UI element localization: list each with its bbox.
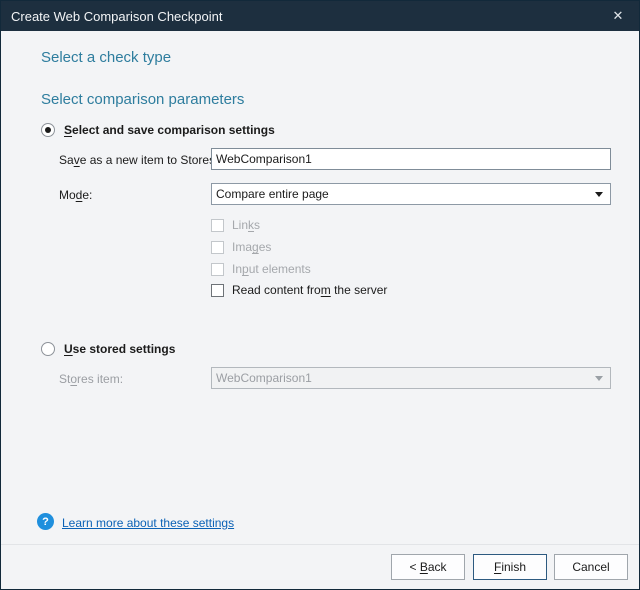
mode-dropdown-value: Compare entire page	[216, 187, 329, 201]
finish-button[interactable]: Finish	[473, 554, 547, 580]
checkbox-icon	[211, 263, 224, 276]
input-elements-checkbox: Input elements	[211, 260, 311, 278]
checkbox-icon	[211, 219, 224, 232]
radio-selected-icon	[41, 123, 55, 137]
links-checkbox: Links	[211, 216, 260, 234]
stores-item-dropdown: WebComparison1	[211, 367, 611, 389]
check-type-heading: Select a check type	[41, 49, 171, 66]
images-checkbox-label: Images	[232, 240, 271, 254]
stored-settings-radio-label: Use stored settings	[64, 342, 175, 356]
comparison-parameters-heading: Select comparison parameters	[41, 91, 244, 108]
window-title: Create Web Comparison Checkpoint	[11, 9, 222, 24]
close-icon[interactable]: ✕	[601, 1, 635, 31]
mode-label: Mode:	[59, 188, 92, 202]
mode-dropdown[interactable]: Compare entire page	[211, 183, 611, 205]
stores-item-dropdown-value: WebComparison1	[216, 371, 312, 385]
links-checkbox-label: Links	[232, 218, 260, 232]
footer-separator	[1, 544, 639, 545]
checkbox-icon	[211, 284, 224, 297]
read-content-checkbox[interactable]: Read content from the server	[211, 281, 387, 299]
create-web-comparison-checkpoint-dialog: Create Web Comparison Checkpoint ✕ Selec…	[0, 0, 640, 590]
input-elements-checkbox-label: Input elements	[232, 262, 311, 276]
read-content-checkbox-label: Read content from the server	[232, 283, 387, 297]
stored-settings-radio[interactable]: Use stored settings	[41, 342, 175, 356]
learn-more-link[interactable]: Learn more about these settings	[62, 516, 234, 530]
stores-item-label: Stores item:	[59, 372, 123, 386]
back-button[interactable]: < Back	[391, 554, 465, 580]
chevron-down-icon	[595, 376, 603, 381]
checkbox-icon	[211, 241, 224, 254]
cancel-button[interactable]: Cancel	[554, 554, 628, 580]
save-settings-radio-label: Select and save comparison settings	[64, 123, 275, 137]
save-as-label: Save as a new item to Stores:	[59, 153, 218, 167]
chevron-down-icon	[595, 192, 603, 197]
help-icon[interactable]: ?	[37, 513, 54, 530]
save-as-input[interactable]	[211, 148, 611, 170]
radio-unselected-icon	[41, 342, 55, 356]
title-bar: Create Web Comparison Checkpoint ✕	[1, 1, 639, 31]
save-settings-radio[interactable]: Select and save comparison settings	[41, 123, 275, 137]
images-checkbox: Images	[211, 238, 271, 256]
